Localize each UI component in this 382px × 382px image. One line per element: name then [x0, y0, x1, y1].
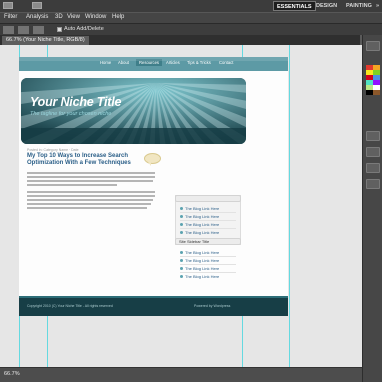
status-bar: 66.7%	[0, 367, 362, 382]
nav-home: Home	[100, 60, 112, 65]
divider	[180, 212, 236, 213]
nav-about: About	[118, 60, 129, 65]
paths-panel-icon[interactable]	[366, 179, 380, 189]
options-bar: Auto Add/Delete	[0, 23, 382, 35]
divider	[180, 264, 236, 265]
pen-tool-icon[interactable]	[3, 26, 14, 34]
application-bar: ESSENTIALS DESIGN PAINTING »	[0, 0, 382, 12]
site-tagline: The tagline for your chosen niche	[30, 111, 112, 117]
body-text-line	[27, 172, 155, 174]
menu-filter[interactable]: Filter	[4, 14, 17, 20]
webpage-footer: Copyright 2010 (C) Your Niche Title - Al…	[19, 296, 288, 316]
footer-powered-by: Powered by Wordpress	[194, 304, 231, 308]
auto-add-delete-label: Auto Add/Delete	[64, 26, 104, 32]
menu-3d[interactable]: 3D	[55, 14, 63, 20]
menu-view[interactable]: View	[67, 14, 80, 20]
body-text-line	[27, 207, 147, 209]
sidebar-link: The Blog Link Here	[180, 206, 219, 211]
color-swatch[interactable]	[373, 90, 380, 95]
menu-analysis[interactable]: Analysis	[26, 14, 48, 20]
body-text-line	[27, 199, 153, 201]
body-text-line	[27, 176, 155, 178]
divider	[180, 228, 236, 229]
auto-add-delete-checkbox[interactable]	[57, 27, 62, 32]
footer-copyright: Copyright 2010 (C) Your Niche Title - Al…	[27, 304, 113, 308]
workspace-essentials-button[interactable]: ESSENTIALS	[273, 1, 316, 11]
nav-articles: Articles	[166, 60, 180, 65]
webpage-navbar: Home About Resources Articles Tips & Tri…	[19, 57, 288, 71]
post-meta: Posted in: Category Name · Date	[27, 148, 79, 152]
document-tab[interactable]: 66.7% (Your Niche Title, RGB/8)	[2, 36, 89, 45]
divider	[180, 256, 236, 257]
color-swatch[interactable]	[366, 90, 373, 95]
right-panel-dock	[362, 35, 382, 382]
document-tab-bar: 66.7% (Your Niche Title, RGB/8)	[0, 35, 360, 45]
channels-icon[interactable]	[366, 163, 380, 173]
nav-resources: Resources	[136, 59, 163, 66]
site-title: Your Niche Title	[30, 95, 122, 109]
sidebar-link: The Blog Link Here	[180, 230, 219, 235]
adjustments-icon[interactable]	[366, 131, 380, 141]
sidebar-widget-title: Site Sidebar Title	[175, 238, 241, 245]
sidebar-link: The Blog Link Here	[180, 266, 219, 271]
workspace-painting-button[interactable]: PAINTING	[343, 1, 375, 11]
menu-window[interactable]: Window	[85, 14, 106, 20]
nav-contact: Contact	[219, 60, 234, 65]
launch-bridge-icon[interactable]	[3, 2, 13, 9]
menu-bar: Filter Analysis 3D View Window Help	[0, 12, 382, 23]
workspace-design-button[interactable]: DESIGN	[313, 1, 340, 11]
sidebar-link: The Blog Link Here	[180, 258, 219, 263]
nav-tips: Tips & Tricks	[187, 60, 211, 65]
divider	[180, 272, 236, 273]
body-text-line	[27, 184, 117, 186]
sidebar-link: The Blog Link Here	[180, 250, 219, 255]
arrange-documents-icon[interactable]	[32, 2, 42, 9]
panel-expand-icon[interactable]	[366, 41, 380, 51]
body-text-line	[27, 195, 155, 197]
paths-icon[interactable]	[33, 26, 44, 34]
comment-bubble-icon	[144, 153, 161, 166]
menu-help[interactable]: Help	[112, 14, 124, 20]
post-title: My Top 10 Ways to Increase Search Optimi…	[27, 153, 131, 166]
guide-line[interactable]	[289, 45, 290, 367]
webpage-header: Your Niche Title The tagline for your ch…	[21, 78, 246, 144]
body-text-line	[27, 191, 155, 193]
sidebar-link: The Blog Link Here	[180, 214, 219, 219]
layers-icon[interactable]	[366, 147, 380, 157]
body-text-line	[27, 203, 151, 205]
sidebar-header	[175, 195, 241, 202]
zoom-level[interactable]: 66.7%	[4, 371, 20, 377]
swatches-panel[interactable]	[366, 65, 380, 125]
sidebar-link: The Blog Link Here	[180, 222, 219, 227]
divider	[180, 220, 236, 221]
sidebar-link: The Blog Link Here	[180, 274, 219, 279]
body-text-line	[27, 180, 153, 182]
shape-layers-icon[interactable]	[18, 26, 29, 34]
workspace-overflow-button[interactable]: »	[373, 1, 382, 11]
